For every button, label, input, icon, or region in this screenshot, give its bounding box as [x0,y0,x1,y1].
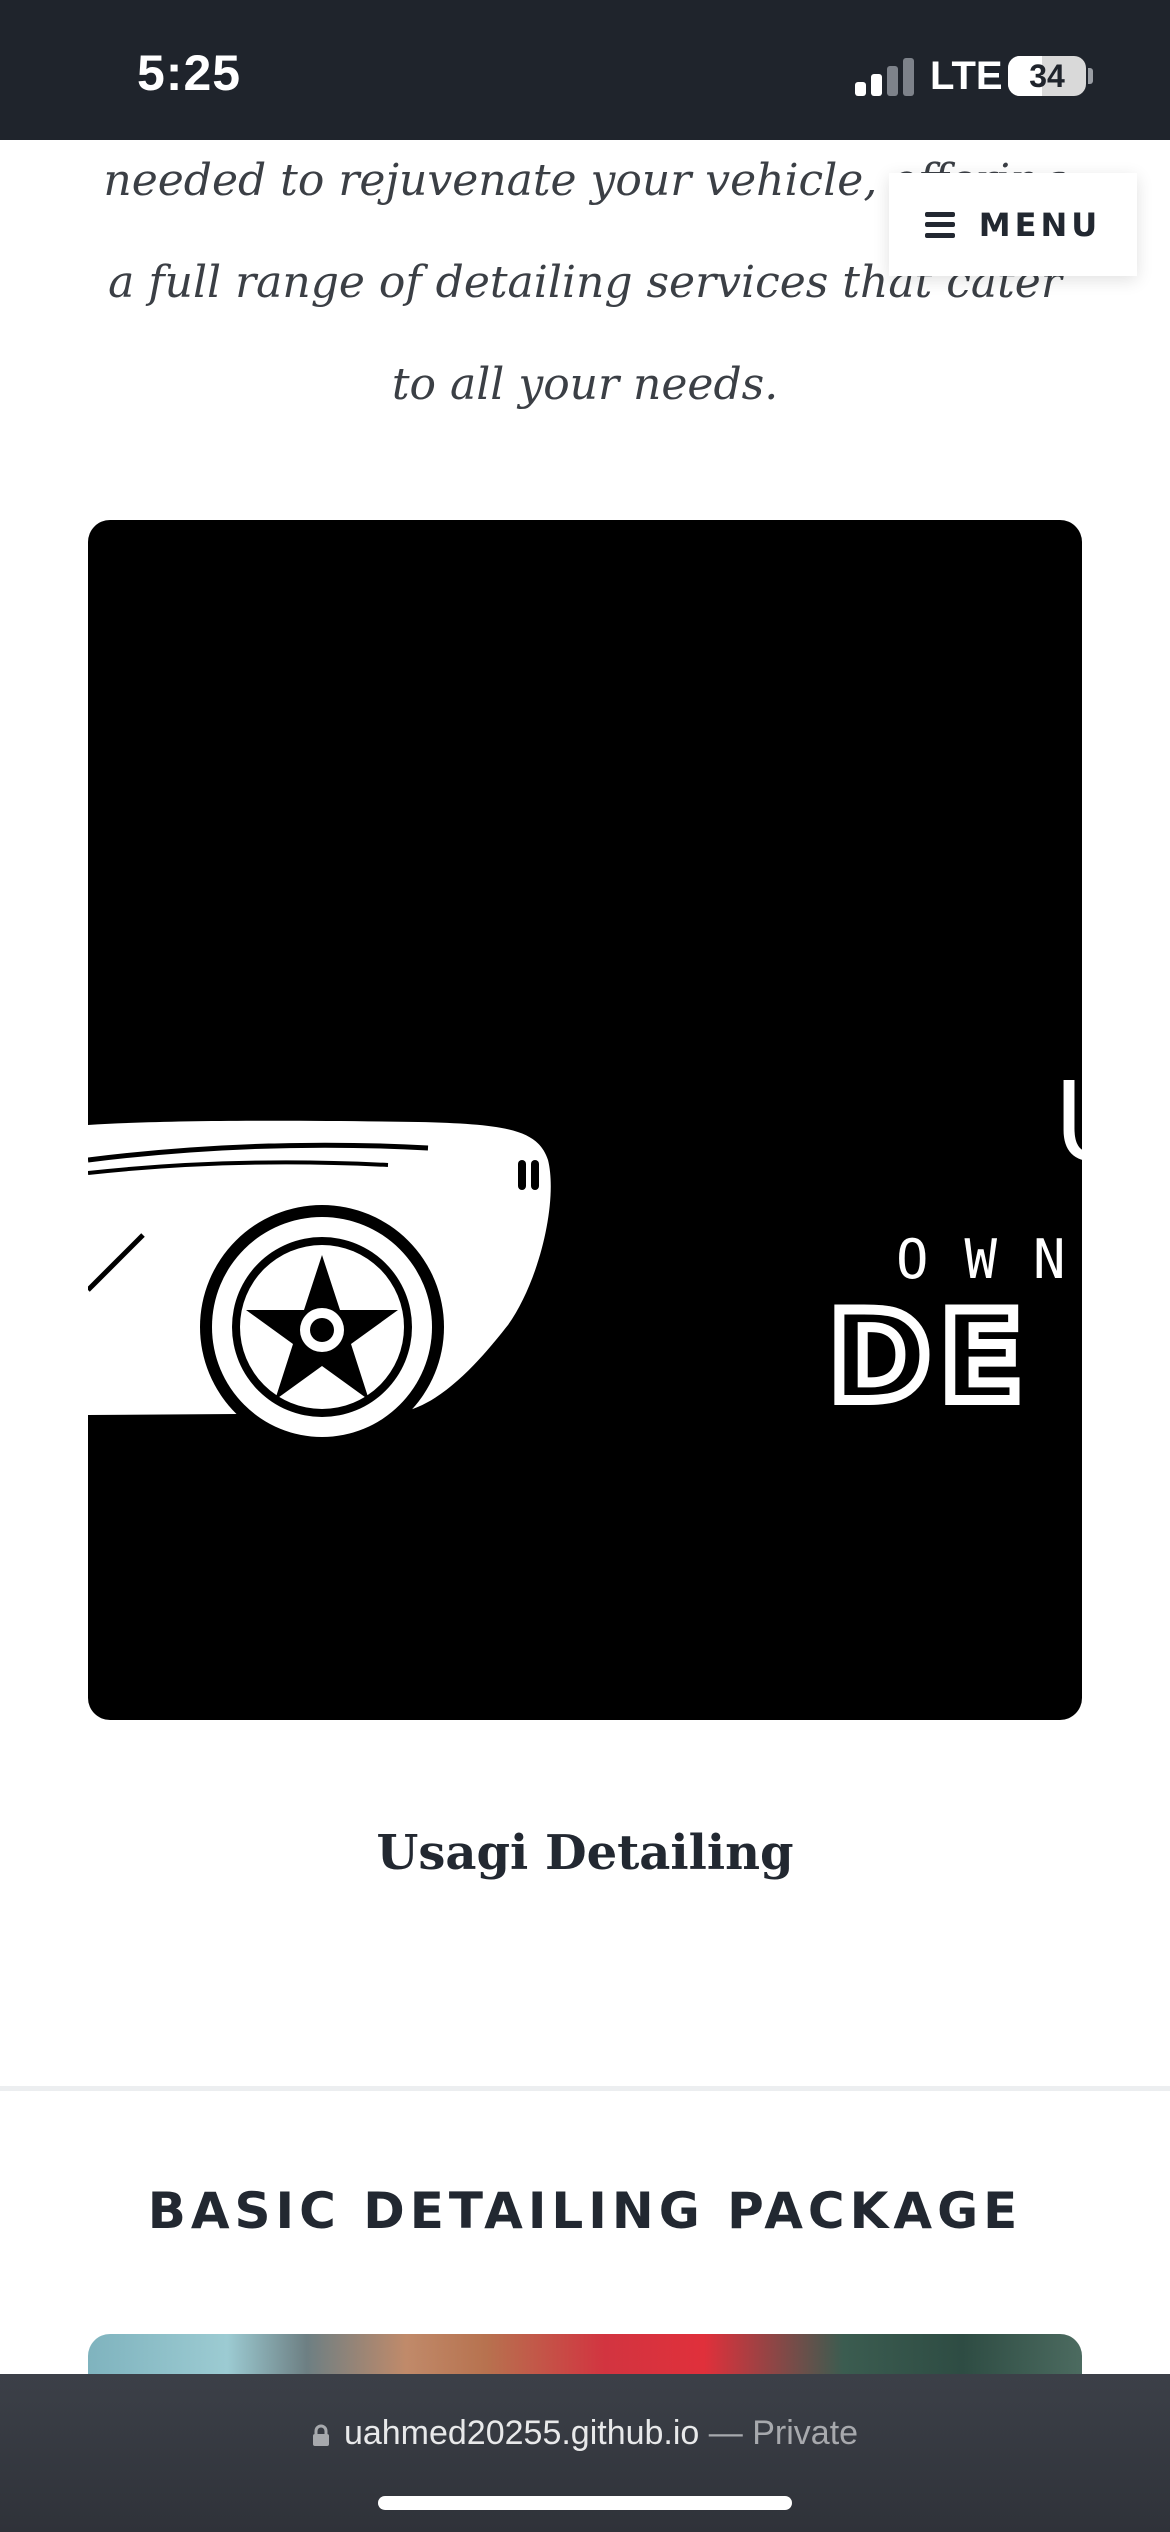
network-type: LTE [930,54,1003,98]
card-title: Usagi Detailing [376,1825,794,1881]
menu-label: MENU [978,205,1102,244]
url-domain: uahmed20255.github.io [343,2414,700,2452]
status-bar: 5:25 LTE 34 [0,0,1170,140]
logo-initial: U [1054,1058,1082,1186]
logo-text-line2: DE [828,1286,1032,1430]
lock-icon [312,2424,329,2446]
status-time: 5:25 [137,45,242,101]
signal-bars-icon [855,56,915,96]
logo-image: U OWN DE [88,520,1082,1720]
logo-text-line1: OWN [896,1228,1082,1291]
hamburger-icon [924,211,955,238]
page: 5:25 LTE 34 needed to rejuvenate your ve… [0,0,1170,2532]
section-divider [0,2086,1170,2091]
section-heading: BASIC DETAILING PACKAGE [147,2182,1023,2240]
url-privacy-label: — Private [708,2414,859,2452]
menu-button[interactable]: MENU [889,173,1137,276]
battery-level: 34 [1029,57,1065,94]
browser-address-bar[interactable]: uahmed20255.github.io — Private [0,2374,1170,2532]
url-row[interactable]: uahmed20255.github.io — Private [0,2414,1170,2453]
battery-tip [1088,68,1093,84]
home-indicator[interactable] [378,2496,792,2510]
car-logo-graphic: U OWN DE [88,1058,1082,1449]
battery-icon: 34 [1008,56,1086,96]
